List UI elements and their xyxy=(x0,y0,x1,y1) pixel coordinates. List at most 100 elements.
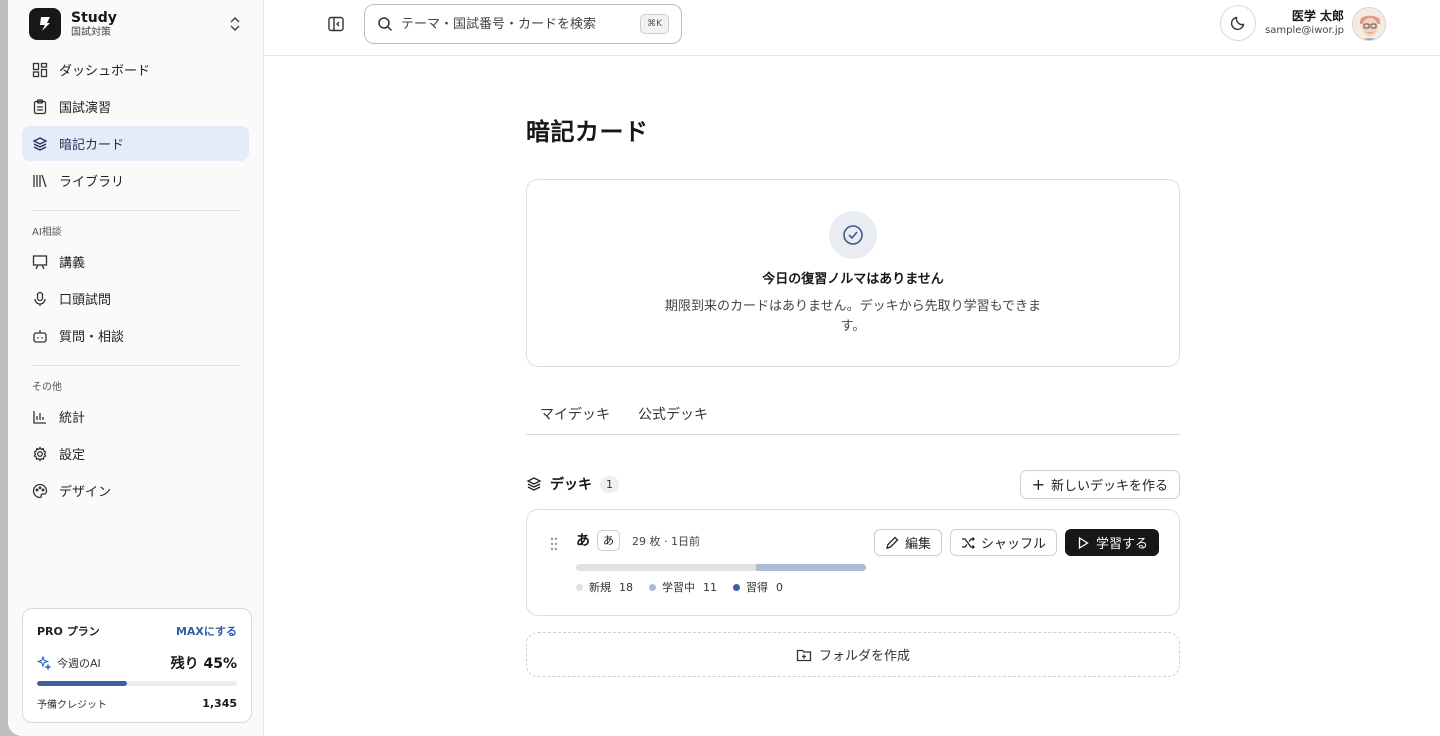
dashboard-icon xyxy=(32,62,48,78)
search-icon xyxy=(377,16,393,32)
nav-label: デザイン xyxy=(59,485,112,500)
drag-handle-icon[interactable] xyxy=(549,537,559,551)
moon-icon xyxy=(1230,15,1246,31)
legend-value: 0 xyxy=(776,580,783,594)
sidebar: Study 国試対策 ダッシュボード 国試演習 暗記カード ライブラリ AI相談… xyxy=(8,0,264,736)
avatar[interactable] xyxy=(1352,7,1386,41)
nav-item-library[interactable]: ライブラリ xyxy=(22,163,249,198)
nav-item-exam-practice[interactable]: 国試演習 xyxy=(22,89,249,124)
nav-item-oral-exam[interactable]: 口頭試問 xyxy=(22,281,249,316)
legend-label: 学習中 xyxy=(662,581,695,594)
legend-value: 11 xyxy=(703,580,717,594)
deck-tag: あ xyxy=(597,530,620,551)
shuffle-button[interactable]: シャッフル xyxy=(949,529,1057,556)
legend-label: 習得 xyxy=(746,581,768,594)
legend-dot xyxy=(649,583,656,591)
library-icon xyxy=(32,173,48,189)
layers-icon xyxy=(526,476,542,492)
nav-item-lecture[interactable]: 講義 xyxy=(22,244,249,279)
user-info[interactable]: 医学 太郎 sample@iwor.jp xyxy=(1264,9,1344,37)
layers-icon xyxy=(32,136,48,152)
shuffle-label: シャッフル xyxy=(980,537,1046,552)
deck-meta: 29 枚 · 1日前 xyxy=(632,535,700,548)
user-email: sample@iwor.jp xyxy=(1265,25,1344,36)
deck-card[interactable]: あ あ 29 枚 · 1日前 新規 18 学習中 11 習得 0 編集 シャッフ… xyxy=(526,509,1180,616)
nav-label: 国試演習 xyxy=(59,101,112,116)
new-deck-label: 新しいデッキを作る xyxy=(1050,478,1168,494)
sparkles-icon xyxy=(37,656,51,670)
search-box[interactable]: ⌘K xyxy=(364,4,682,44)
play-icon xyxy=(1076,536,1090,550)
study-label: 学習する xyxy=(1095,537,1148,552)
nav-item-stats[interactable]: 統計 xyxy=(22,399,249,434)
nav-label: 口頭試問 xyxy=(59,293,112,308)
deck-actions: 編集 シャッフル 学習する xyxy=(866,529,1159,556)
empty-description: 期限到来のカードはありません。デッキから先取り学習もできます。 xyxy=(664,299,1042,334)
deck-heading: デッキ xyxy=(550,477,592,493)
user-name: 医学 太郎 xyxy=(1291,9,1344,23)
app-logo-icon xyxy=(29,8,61,40)
theme-toggle-button[interactable] xyxy=(1220,5,1256,41)
progress-segment-new xyxy=(576,564,756,571)
nav-item-questions[interactable]: 質問・相談 xyxy=(22,318,249,353)
workspace-switcher[interactable]: Study 国試対策 xyxy=(8,0,263,48)
upgrade-link[interactable]: MAXにする xyxy=(176,623,237,639)
chevron-up-down-icon[interactable] xyxy=(228,16,242,32)
edit-label: 編集 xyxy=(904,537,931,552)
folder-plus-icon xyxy=(796,647,812,663)
credit-value: 1,345 xyxy=(202,697,237,710)
tab-my-decks[interactable]: マイデッキ xyxy=(526,399,624,434)
brand-name: Study xyxy=(71,9,117,26)
nav-item-settings[interactable]: 設定 xyxy=(22,436,249,471)
legend-label: 新規 xyxy=(589,581,611,594)
ai-usage-label: 今週のAI xyxy=(57,657,101,670)
legend-learned: 習得 0 xyxy=(733,579,783,595)
deck-tabs: マイデッキ 公式デッキ xyxy=(526,399,1180,435)
content: 暗記カード 今日の復習ノルマはありません 期限到来のカードはありません。デッキか… xyxy=(526,56,1180,677)
ai-usage-bar xyxy=(37,681,237,686)
legend-dot xyxy=(733,583,740,591)
shortcut-badge: ⌘K xyxy=(640,14,669,34)
presentation-icon xyxy=(32,254,48,270)
nav-label: 設定 xyxy=(59,448,86,463)
bar-chart-icon xyxy=(32,409,48,425)
create-folder-label: フォルダを作成 xyxy=(818,649,910,664)
mic-icon xyxy=(32,291,48,307)
sidebar-toggle-icon[interactable] xyxy=(327,15,345,33)
deck-section-header: デッキ 1 + 新しいデッキを作る xyxy=(526,469,1180,499)
search-input[interactable] xyxy=(401,16,631,32)
gear-icon xyxy=(32,445,48,462)
legend-dot xyxy=(576,583,583,591)
topbar: ⌘K 医学 太郎 sample@iwor.jp xyxy=(264,0,1440,56)
ai-remaining: 残り 45% xyxy=(170,656,237,672)
nav-label: 暗記カード xyxy=(59,138,125,153)
ai-usage-bar-fill xyxy=(37,681,127,686)
create-folder-button[interactable]: フォルダを作成 xyxy=(526,632,1180,677)
brand-subtitle: 国試対策 xyxy=(71,26,111,38)
shuffle-icon xyxy=(961,536,975,550)
nav-item-dashboard[interactable]: ダッシュボード xyxy=(22,52,249,87)
section-label-ai: AI相談 xyxy=(32,227,62,238)
clipboard-icon xyxy=(32,98,48,115)
nav-label: 統計 xyxy=(59,411,86,426)
credit-label: 予備クレジット xyxy=(37,700,107,711)
nav-label: 質問・相談 xyxy=(59,330,125,345)
new-deck-button[interactable]: + 新しいデッキを作る xyxy=(1019,469,1180,499)
nav-label: 講義 xyxy=(59,256,86,271)
section-label-other: その他 xyxy=(32,382,62,393)
study-button[interactable]: 学習する xyxy=(1064,529,1159,556)
nav-item-flashcards[interactable]: 暗記カード xyxy=(22,126,249,161)
deck-name: あ xyxy=(576,533,590,549)
edit-button[interactable]: 編集 xyxy=(873,529,942,556)
review-empty-state: 今日の復習ノルマはありません 期限到来のカードはありません。デッキから先取り学習… xyxy=(526,179,1180,367)
plan-title: PRO プラン xyxy=(37,625,100,638)
nav-label: ダッシュボード xyxy=(59,64,151,79)
nav-label: ライブラリ xyxy=(59,175,125,190)
legend-new: 新規 18 xyxy=(576,579,633,595)
main-area: ⌘K 医学 太郎 sample@iwor.jp xyxy=(264,0,1440,736)
app-window: Study 国試対策 ダッシュボード 国試演習 暗記カード ライブラリ AI相談… xyxy=(8,0,1440,736)
nav-item-design[interactable]: デザイン xyxy=(22,473,249,508)
palette-icon xyxy=(32,483,48,499)
deck-progress-bar xyxy=(576,564,866,571)
tab-official-decks[interactable]: 公式デッキ xyxy=(624,399,722,434)
